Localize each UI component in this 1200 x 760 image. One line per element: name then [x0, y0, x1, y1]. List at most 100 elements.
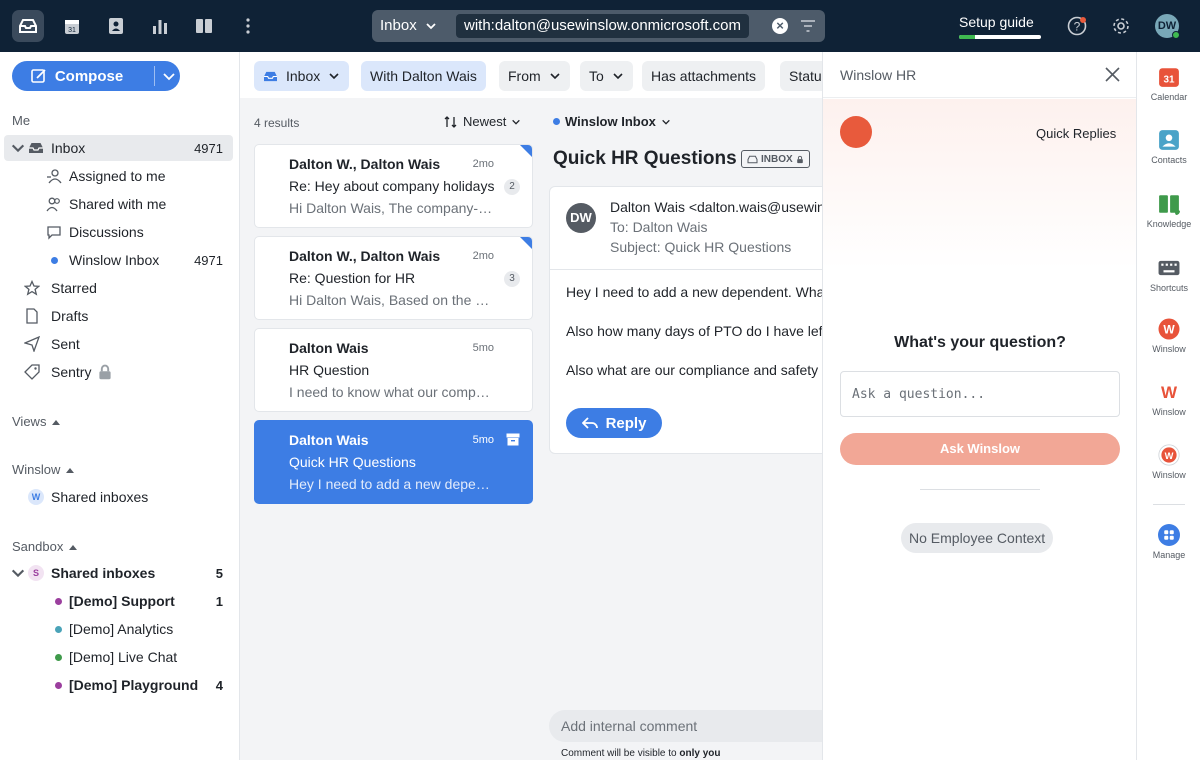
unread-corner-marker: [520, 237, 532, 249]
rail-item-winslow-2[interactable]: W Winslow: [1137, 381, 1200, 417]
sidebar-item-sandbox-shared-inboxes[interactable]: S Shared inboxes 5: [4, 560, 233, 586]
setup-guide-link[interactable]: Setup guide: [959, 14, 1034, 30]
sidebar-item-count: 4971: [194, 140, 223, 156]
inbox-tray-icon: [747, 155, 758, 163]
filter-status-chip[interactable]: Status: [780, 61, 822, 91]
filter-to-chip[interactable]: To: [580, 61, 633, 91]
calendar-app-button[interactable]: 31: [56, 10, 88, 42]
winslow-hr-panel: Winslow HR Quick Replies What's your que…: [822, 52, 1137, 760]
rail-item-shortcuts[interactable]: Shortcuts: [1137, 257, 1200, 293]
section-me[interactable]: Me: [12, 113, 30, 128]
analytics-app-button[interactable]: [144, 10, 176, 42]
section-views[interactable]: Views: [12, 414, 61, 429]
compose-button[interactable]: Compose: [12, 61, 142, 91]
reply-button[interactable]: Reply: [566, 408, 662, 438]
rail-item-winslow-3[interactable]: W Winslow: [1137, 444, 1200, 480]
sidebar-item-assigned-to-me[interactable]: Assigned to me: [4, 163, 233, 189]
sidebar-item-starred[interactable]: Starred: [4, 275, 233, 301]
sidebar-item-demo-live-chat[interactable]: [Demo] Live Chat: [4, 644, 233, 670]
sidebar-item-demo-support[interactable]: [Demo] Support 1: [4, 588, 233, 614]
caret-up-icon: [52, 419, 61, 425]
chevron-down-icon[interactable]: [10, 565, 26, 581]
conversation-card-selected[interactable]: Dalton Wais 5mo Quick HR Questions Hey I…: [254, 420, 533, 504]
filter-attachments-chip[interactable]: Has attachments: [642, 61, 766, 91]
archive-icon[interactable]: [506, 433, 520, 446]
sidebar-item-label: Winslow Inbox: [69, 252, 160, 268]
inbox-tag[interactable]: INBOX: [741, 150, 810, 168]
chevron-down-icon[interactable]: [162, 69, 176, 83]
conversation-card[interactable]: Dalton W., Dalton Wais 2mo Re: Hey about…: [254, 144, 533, 228]
sidebar-item-sent[interactable]: Sent: [4, 331, 233, 357]
rail-item-calendar[interactable]: 31 Calendar: [1137, 66, 1200, 102]
sidebar-item-inbox[interactable]: Inbox 4971: [4, 135, 233, 161]
internal-comment-input[interactable]: Add internal comment: [549, 710, 822, 742]
ask-winslow-button[interactable]: Ask Winslow: [840, 433, 1120, 465]
settings-button[interactable]: [1105, 10, 1137, 42]
sidebar-item-demo-analytics[interactable]: [Demo] Analytics: [4, 616, 233, 642]
reply-arrow-icon: [581, 417, 598, 429]
card-time: 5mo: [472, 434, 494, 446]
rail-item-manage[interactable]: Manage: [1137, 524, 1200, 560]
rail-item-winslow-1[interactable]: W Winslow: [1137, 318, 1200, 354]
section-sandbox[interactable]: Sandbox: [12, 539, 78, 554]
knowledge-app-button[interactable]: [188, 10, 220, 42]
recipient-line: To: Dalton Wais: [610, 219, 708, 235]
search-query-chip[interactable]: with:dalton@usewinslow.onmicrosoft.com: [456, 14, 750, 38]
filter-with-chip[interactable]: With Dalton Wais: [361, 61, 486, 91]
gear-icon: [1113, 18, 1129, 34]
sidebar-item-label: Assigned to me: [69, 168, 166, 184]
close-icon[interactable]: [1105, 67, 1120, 82]
message-title: Quick HR Questions: [553, 148, 737, 169]
search-scope-label[interactable]: Inbox: [380, 10, 417, 42]
top-bar: 31 Inbox with:dalton@usewinslow.onmicros…: [0, 0, 1200, 52]
filter-from-chip[interactable]: From: [499, 61, 570, 91]
chevron-down-icon[interactable]: [10, 140, 26, 156]
inbox-name: Winslow Inbox: [565, 114, 656, 129]
search-box[interactable]: Inbox with:dalton@usewinslow.onmicrosoft…: [372, 10, 825, 42]
sender-avatar: DW: [566, 203, 596, 233]
conversation-card[interactable]: Dalton Wais 5mo HR Question I need to kn…: [254, 328, 533, 412]
sidebar-item-discussions[interactable]: Discussions: [4, 219, 233, 245]
section-winslow[interactable]: Winslow: [12, 462, 75, 477]
no-employee-context-badge: No Employee Context: [901, 523, 1054, 553]
section-label: Sandbox: [12, 539, 64, 554]
quick-replies-link[interactable]: Quick Replies: [1036, 126, 1116, 141]
winslow-logo-icon: [840, 116, 872, 148]
conversation-card[interactable]: Dalton W., Dalton Wais 2mo Re: Question …: [254, 236, 533, 320]
card-preview: Hi Dalton Wais, Based on the policy: [289, 292, 497, 308]
lock-icon: [99, 364, 111, 380]
card-subject: Re: Question for HR: [289, 270, 416, 286]
conversation-list: 4 results Newest Dalton W., Dalton Wais …: [240, 98, 547, 760]
rail-item-contacts[interactable]: Contacts: [1137, 129, 1200, 165]
message-body-line: Also how many days of PTO do I have left…: [566, 323, 822, 339]
sidebar-item-winslow-shared-inboxes[interactable]: W Shared inboxes: [4, 484, 233, 510]
inbox-selector[interactable]: Winslow Inbox: [553, 114, 671, 129]
svg-text:?: ?: [1074, 20, 1081, 34]
inbox-app-button[interactable]: [12, 10, 44, 42]
sort-dropdown[interactable]: Newest: [444, 114, 521, 129]
section-label: Views: [12, 414, 47, 429]
chevron-down-icon: [512, 119, 521, 125]
sidebar-item-shared-with-me[interactable]: Shared with me: [4, 191, 233, 217]
filter-icon[interactable]: [800, 18, 816, 34]
sidebar-item-sentry[interactable]: Sentry: [4, 359, 233, 385]
sidebar-item-demo-playground[interactable]: [Demo] Playground 4: [4, 672, 233, 698]
sidebar-item-drafts[interactable]: Drafts: [4, 303, 233, 329]
help-button[interactable]: ?: [1061, 10, 1093, 42]
ask-question-input[interactable]: [840, 371, 1120, 417]
filter-inbox-chip[interactable]: Inbox: [254, 61, 350, 91]
sidebar-item-label: Shared inboxes: [51, 565, 156, 581]
clear-search-icon[interactable]: ×: [772, 18, 788, 34]
message-view: Winslow Inbox Quick HR Questions INBOX D…: [547, 98, 822, 760]
chevron-down-icon[interactable]: [425, 20, 437, 32]
rail-item-knowledge[interactable]: Knowledge: [1137, 193, 1200, 229]
inbox-tag-label: INBOX: [761, 153, 793, 165]
rail-label: Calendar: [1150, 92, 1188, 102]
message-body-line: Also what are our compliance and safety …: [566, 362, 822, 378]
contacts-app-button[interactable]: [100, 10, 132, 42]
sidebar-item-winslow-inbox[interactable]: Winslow Inbox 4971: [4, 247, 233, 273]
winslow-icon: W: [1158, 318, 1180, 340]
sidebar-item-count: 4971: [194, 252, 223, 268]
more-apps-button[interactable]: [232, 10, 264, 42]
rail-label: Contacts: [1151, 155, 1187, 165]
